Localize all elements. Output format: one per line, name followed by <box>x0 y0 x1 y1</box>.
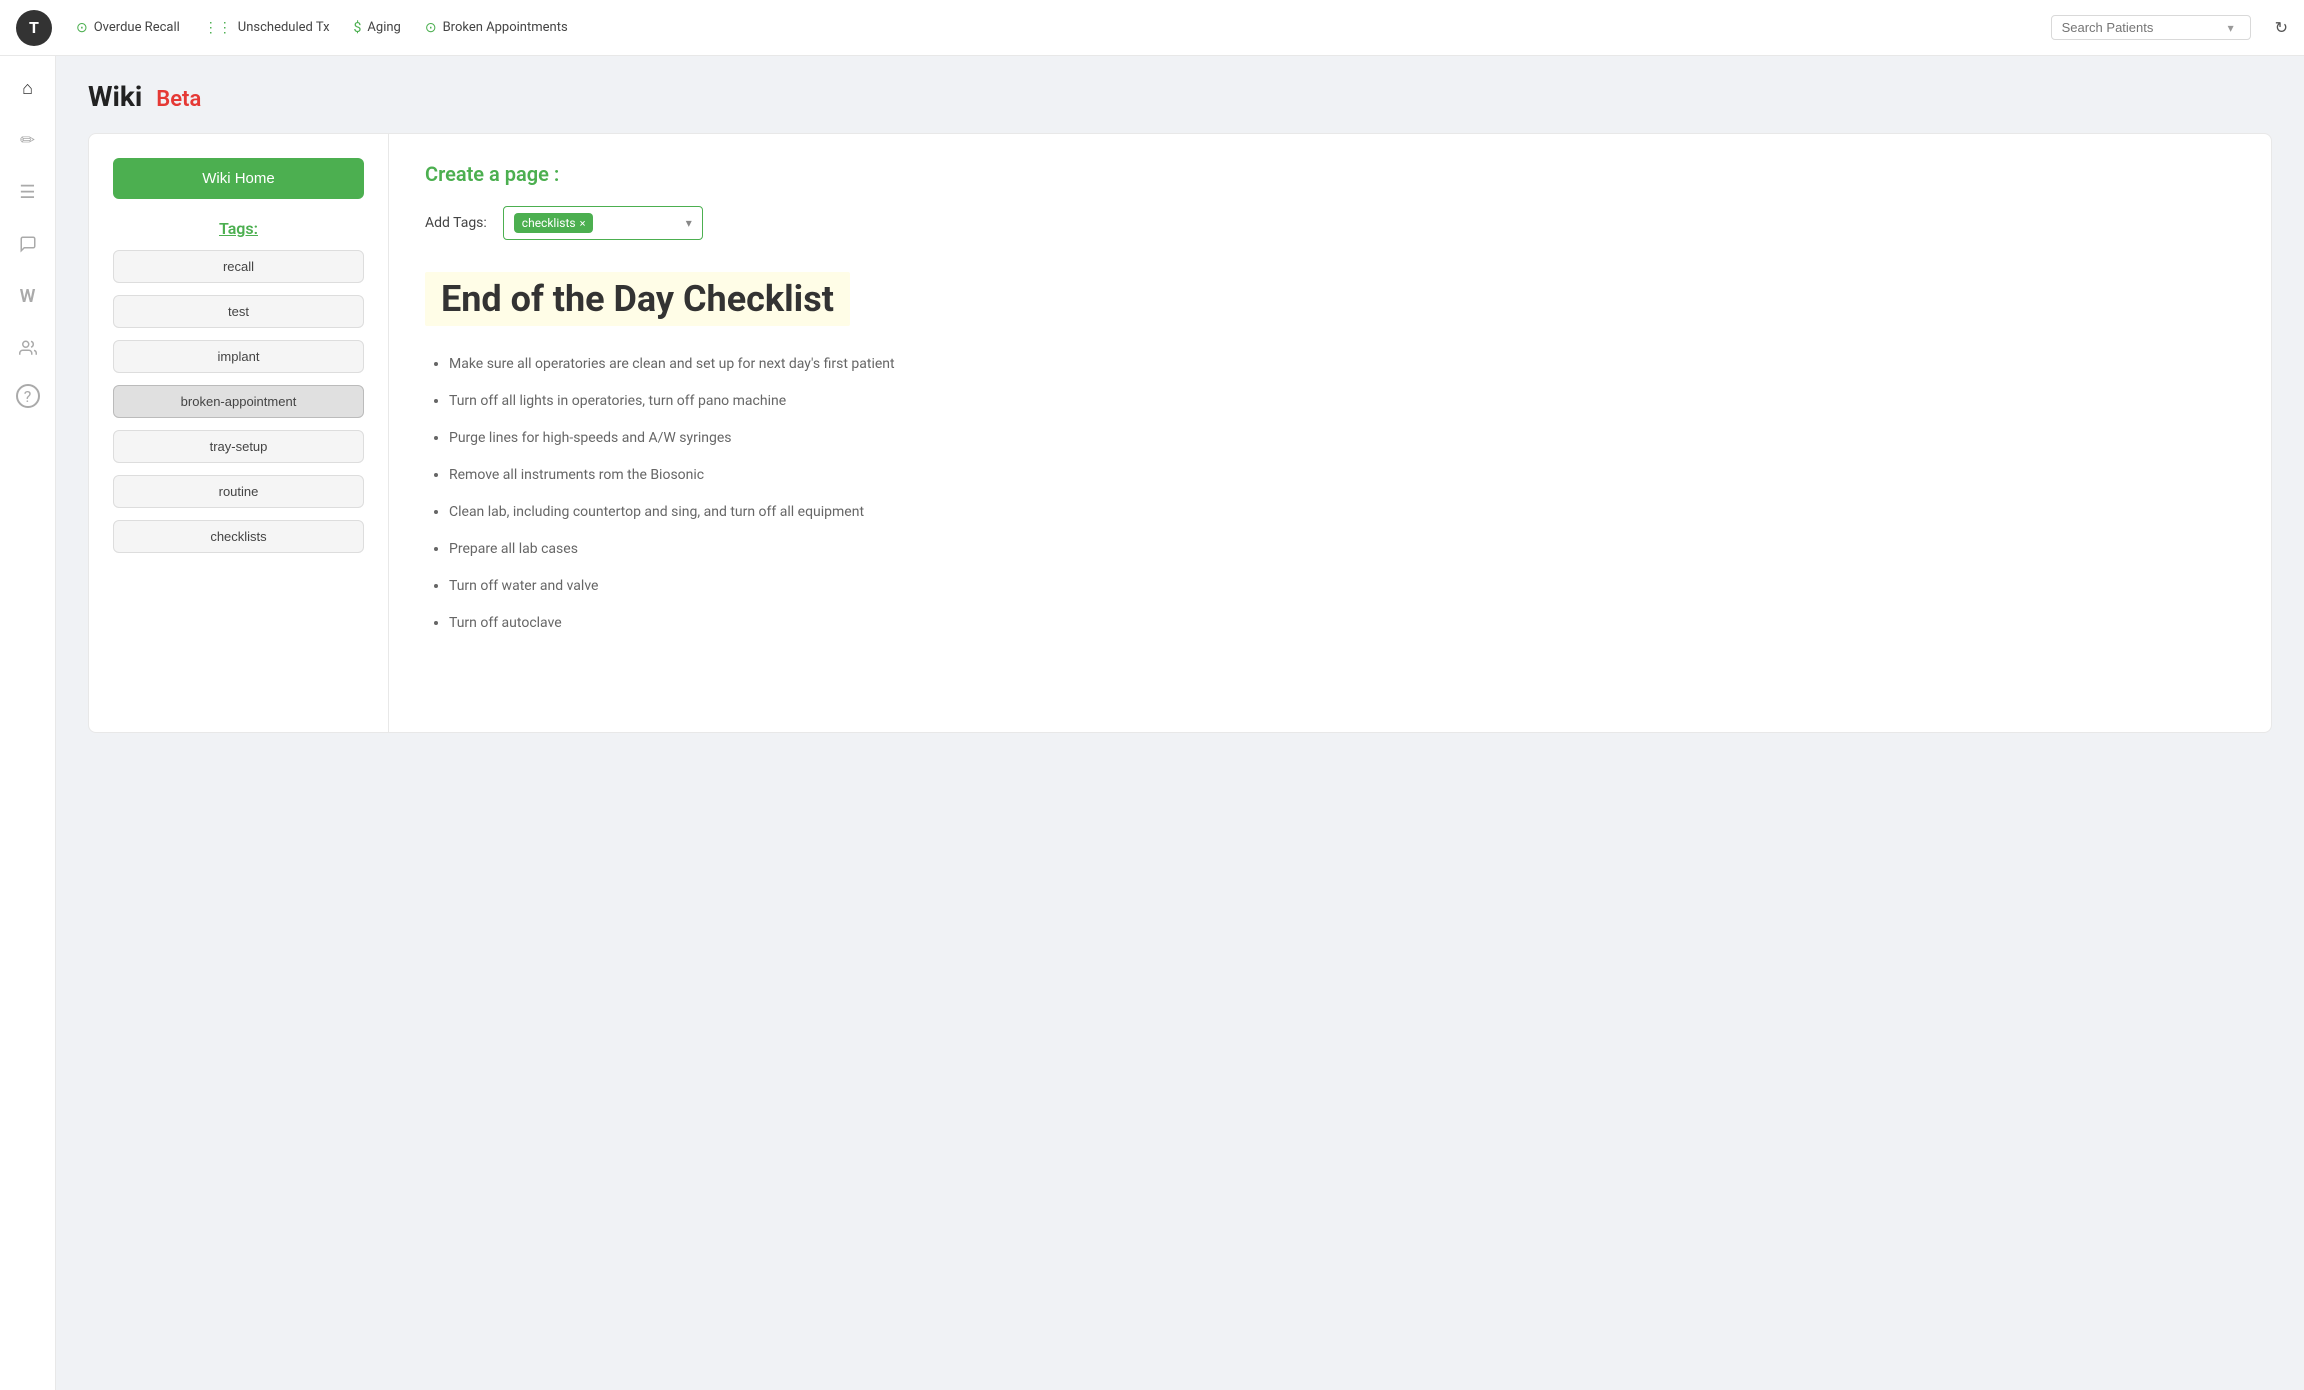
tag-broken-appointment[interactable]: broken-appointment <box>113 385 364 418</box>
add-tags-label: Add Tags: <box>425 215 487 231</box>
content-area: Wiki Home Tags: recall test implant brok… <box>88 133 2272 733</box>
broken-appointments-label: Broken Appointments <box>443 20 568 35</box>
refresh-button[interactable]: ↻ <box>2275 18 2288 38</box>
aging-label: Aging <box>367 20 400 35</box>
tags-heading: Tags: <box>219 219 258 238</box>
search-patients-wrapper[interactable]: ▾ <box>2051 15 2251 40</box>
search-dropdown-icon[interactable]: ▾ <box>2228 21 2234 35</box>
selected-tag-chip: checklists × <box>514 213 594 233</box>
checklist-item-7: Turn off autoclave <box>449 613 2235 634</box>
wiki-main-panel: Create a page : Add Tags: checklists × ▾… <box>389 134 2271 732</box>
page-title-area: Wiki Beta <box>88 80 2272 113</box>
checklist-item-0: Make sure all operatories are clean and … <box>449 354 2235 375</box>
page-title: Wiki <box>88 80 142 113</box>
sidebar-icon-team[interactable] <box>12 332 44 364</box>
unscheduled-tx-icon: ⋮⋮ <box>204 20 232 36</box>
sidebar-icon-home[interactable]: ⌂ <box>12 72 44 104</box>
checklist-item-6: Turn off water and valve <box>449 576 2235 597</box>
checklist-item-1: Turn off all lights in operatories, turn… <box>449 391 2235 412</box>
nav-overdue-recall[interactable]: ⊙ Overdue Recall <box>76 20 180 36</box>
tag-routine[interactable]: routine <box>113 475 364 508</box>
nav-unscheduled-tx[interactable]: ⋮⋮ Unscheduled Tx <box>204 20 330 36</box>
wiki-home-button[interactable]: Wiki Home <box>113 158 364 199</box>
tag-test[interactable]: test <box>113 295 364 328</box>
add-tags-row: Add Tags: checklists × ▾ <box>425 206 2235 240</box>
create-page-heading: Create a page : <box>425 162 2235 186</box>
logo: T <box>16 10 52 46</box>
broken-appointments-icon: ⊙ <box>425 20 437 36</box>
tags-dropdown-arrow-icon[interactable]: ▾ <box>686 216 692 230</box>
article-title: End of the Day Checklist <box>425 272 850 326</box>
sidebar-icon-list[interactable]: ☰ <box>12 176 44 208</box>
nav-broken-appointments[interactable]: ⊙ Broken Appointments <box>425 20 568 36</box>
sidebar-icon-chat[interactable] <box>12 228 44 260</box>
left-sidebar: ⌂ ✏ ☰ W ? <box>0 56 56 1390</box>
tag-recall[interactable]: recall <box>113 250 364 283</box>
main-content: Wiki Beta Wiki Home Tags: recall test im… <box>56 56 2304 1390</box>
overdue-recall-icon: ⊙ <box>76 20 88 36</box>
checklist-item-3: Remove all instruments rom the Biosonic <box>449 465 2235 486</box>
checklist-list: Make sure all operatories are clean and … <box>425 354 2235 634</box>
checklist-item-5: Prepare all lab cases <box>449 539 2235 560</box>
checklist-item-4: Clean lab, including countertop and sing… <box>449 502 2235 523</box>
sidebar-icon-wiki[interactable]: W <box>12 280 44 312</box>
overdue-recall-label: Overdue Recall <box>94 20 180 35</box>
tag-checklists[interactable]: checklists <box>113 520 364 553</box>
beta-badge: Beta <box>156 87 201 112</box>
tag-chip-remove-icon[interactable]: × <box>580 217 586 230</box>
sidebar-icon-help[interactable]: ? <box>16 384 40 408</box>
wiki-sidebar: Wiki Home Tags: recall test implant brok… <box>89 134 389 732</box>
aging-icon: $ <box>354 20 362 36</box>
tag-implant[interactable]: implant <box>113 340 364 373</box>
search-patients-input[interactable] <box>2062 20 2222 35</box>
nav-aging[interactable]: $ Aging <box>354 20 401 36</box>
top-nav: T ⊙ Overdue Recall ⋮⋮ Unscheduled Tx $ A… <box>0 0 2304 56</box>
tag-tray-setup[interactable]: tray-setup <box>113 430 364 463</box>
unscheduled-tx-label: Unscheduled Tx <box>238 20 330 35</box>
checklist-item-2: Purge lines for high-speeds and A/W syri… <box>449 428 2235 449</box>
sidebar-icon-edit[interactable]: ✏ <box>12 124 44 156</box>
main-layout: ⌂ ✏ ☰ W ? Wiki Beta Wiki Home Tags: <box>0 56 2304 1390</box>
tags-select[interactable]: checklists × ▾ <box>503 206 703 240</box>
